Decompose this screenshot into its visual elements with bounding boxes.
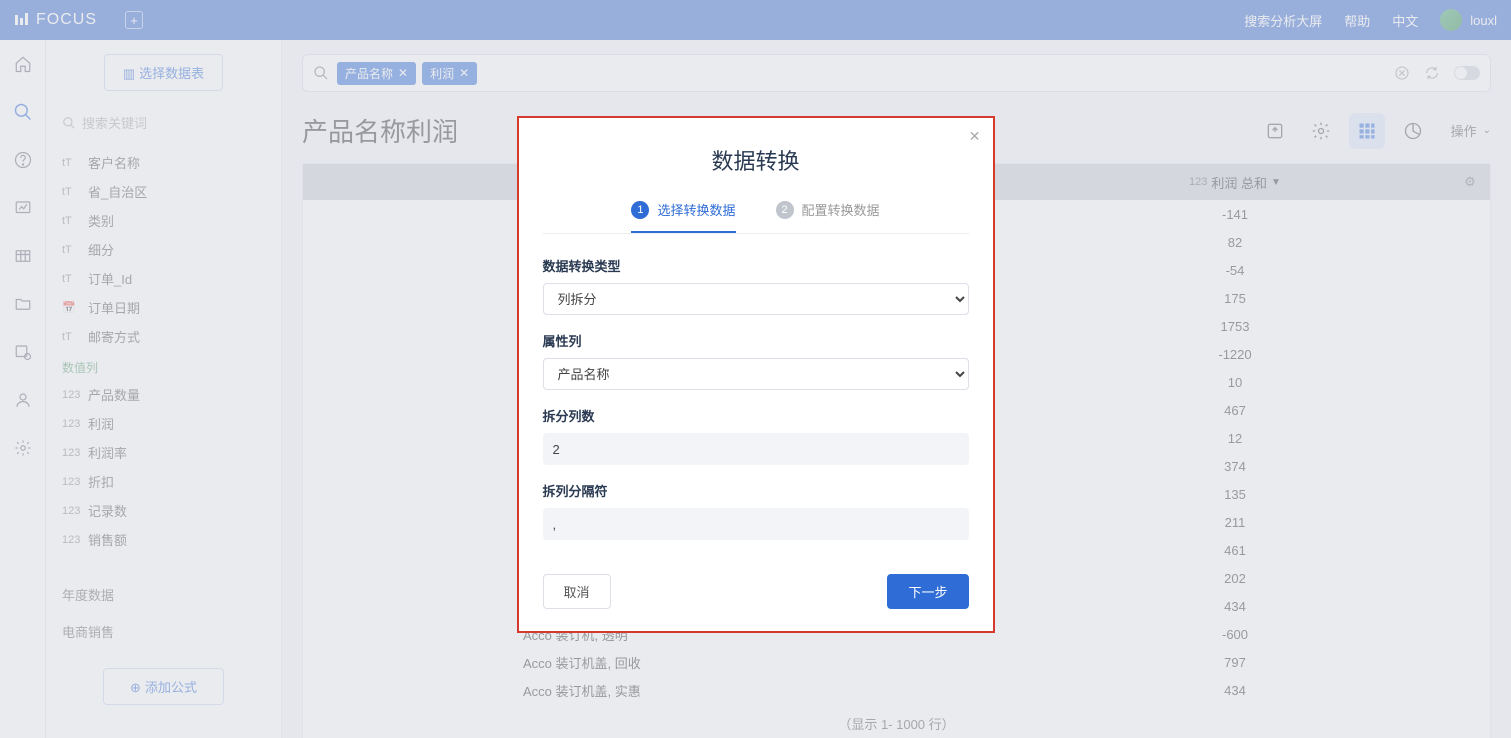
close-icon[interactable]: ✕ (969, 128, 981, 145)
step-2[interactable]: 2配置转换数据 (776, 200, 880, 219)
transform-type-select[interactable]: 列拆分 (543, 283, 969, 315)
step-1[interactable]: 1选择转换数据 (631, 200, 735, 233)
data-transform-modal: ✕ 数据转换 1选择转换数据 2配置转换数据 数据转换类型 列拆分 属性列 产品… (517, 116, 995, 633)
next-button[interactable]: 下一步 (887, 574, 968, 609)
split-count-label: 拆分列数 (543, 406, 969, 425)
cancel-button[interactable]: 取消 (543, 574, 611, 609)
transform-type-label: 数据转换类型 (543, 256, 969, 275)
attr-column-label: 属性列 (543, 331, 969, 350)
modal-title: 数据转换 (519, 118, 993, 200)
delimiter-input[interactable] (543, 508, 969, 540)
split-count-input[interactable] (543, 433, 969, 465)
attr-column-select[interactable]: 产品名称 (543, 358, 969, 390)
modal-backdrop: ✕ 数据转换 1选择转换数据 2配置转换数据 数据转换类型 列拆分 属性列 产品… (0, 0, 1511, 738)
delimiter-label: 拆列分隔符 (543, 481, 969, 500)
